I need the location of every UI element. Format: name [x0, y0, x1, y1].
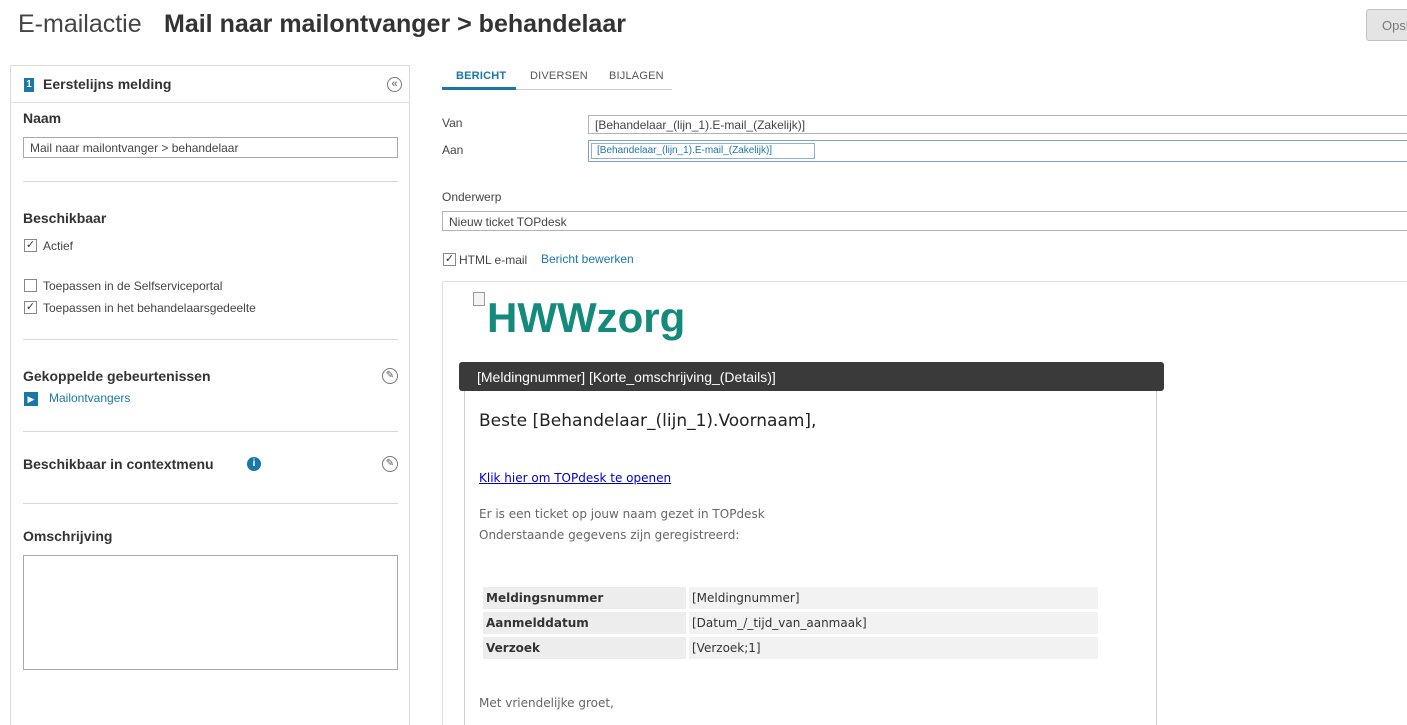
name-section-title: Naam	[23, 110, 62, 126]
panel-title: Eerstelijns melding	[43, 76, 172, 92]
logo-alt-text: HWWzorg	[487, 294, 686, 341]
table-value: [Verzoek;1]	[689, 637, 1098, 659]
broken-image-icon	[473, 292, 485, 306]
divider	[23, 503, 398, 504]
html-email-label: HTML e-mail	[459, 252, 528, 267]
mail-header: [Meldingnummer] [Korte_omschrijving_(Det…	[459, 362, 1164, 391]
tab-bericht[interactable]: BERICHT	[456, 70, 506, 82]
signoff: Met vriendelijke groet,	[479, 696, 614, 710]
active-tab-indicator	[442, 87, 516, 90]
operator-label: Toepassen in het behandelaarsgedeelte	[43, 300, 256, 315]
tab-diversen[interactable]: DIVERSEN	[530, 70, 588, 82]
checkbox-icon[interactable]	[24, 279, 37, 293]
divider	[23, 181, 398, 182]
info-table: Meldingsnummer [Meldingnummer] Aanmeldda…	[480, 584, 1101, 662]
body-line: Onderstaande gegevens zijn geregistreerd…	[479, 528, 740, 542]
play-icon[interactable]: ▶	[24, 392, 38, 406]
step-number-icon: 1	[24, 78, 34, 92]
mail-body: Beste [Behandelaar_(lijn_1).Voornaam], K…	[464, 391, 1157, 725]
mailontvangers-link[interactable]: Mailontvangers	[49, 391, 130, 405]
table-key: Meldingsnummer	[483, 587, 686, 609]
html-email-checkbox-row[interactable]: ✓ HTML e-mail	[443, 252, 527, 267]
info-icon[interactable]: i	[247, 457, 261, 471]
selfservice-label: Toepassen in de Selfserviceportal	[43, 278, 223, 293]
context-section-title: Beschikbaar in contextmenu	[23, 456, 214, 472]
selfservice-checkbox-row[interactable]: Toepassen in de Selfserviceportal	[24, 278, 222, 294]
table-row: Aanmelddatum [Datum_/_tijd_van_aanmaak]	[483, 612, 1098, 634]
table-row: Meldingsnummer [Meldingnummer]	[483, 587, 1098, 609]
description-section-title: Omschrijving	[23, 528, 113, 544]
tab-bar: BERICHT DIVERSEN BIJLAGEN	[442, 65, 672, 90]
to-field[interactable]: [Behandelaar_(lijn_1).E-mail_(Zakelijk)]	[588, 140, 1407, 162]
name-input[interactable]: Mail naar mailontvanger > behandelaar	[23, 137, 398, 158]
subject-label: Onderwerp	[442, 190, 502, 204]
to-label: Aan	[442, 143, 464, 157]
description-textarea[interactable]	[23, 555, 398, 670]
table-row: Verzoek [Verzoek;1]	[483, 637, 1098, 659]
events-section-title: Gekoppelde gebeurtenissen	[23, 368, 211, 384]
tab-bijlagen[interactable]: BIJLAGEN	[609, 70, 664, 82]
edit-icon[interactable]: ✎	[382, 456, 398, 472]
from-label: Van	[442, 116, 463, 130]
checkbox-icon[interactable]: ✓	[443, 253, 456, 267]
table-value: [Datum_/_tijd_van_aanmaak]	[689, 612, 1098, 634]
greeting: Beste [Behandelaar_(lijn_1).Voornaam],	[479, 411, 817, 431]
active-checkbox-row[interactable]: ✓ Actief	[24, 238, 73, 254]
subject-field[interactable]: Nieuw ticket TOPdesk	[442, 211, 1407, 231]
edit-icon[interactable]: ✎	[382, 368, 398, 384]
page-type: E-mailactie	[18, 10, 142, 38]
from-field[interactable]: [Behandelaar_(lijn_1).E-mail_(Zakelijk)]	[588, 115, 1407, 134]
active-label: Actief	[43, 238, 74, 253]
divider	[23, 339, 398, 340]
available-section-title: Beschikbaar	[23, 210, 107, 226]
open-topdesk-link[interactable]: Klik hier om TOPdesk te openen	[479, 471, 671, 485]
operator-checkbox-row[interactable]: ✓ Toepassen in het behandelaarsgedeelte	[24, 300, 256, 316]
body-line: Er is een ticket op jouw naam gezet in T…	[479, 507, 765, 521]
save-button[interactable]: Opslaan	[1366, 9, 1407, 41]
panel-header: 1 Eerstelijns melding «	[11, 66, 409, 103]
checkbox-icon[interactable]: ✓	[24, 301, 37, 315]
email-preview: HWWzorg [Meldingnummer] [Korte_omschrijv…	[442, 281, 1407, 725]
table-key: Verzoek	[483, 637, 686, 659]
collapse-icon[interactable]: «	[387, 77, 402, 92]
to-token[interactable]: [Behandelaar_(lijn_1).E-mail_(Zakelijk)]	[591, 143, 815, 159]
checkbox-icon[interactable]: ✓	[24, 239, 37, 253]
left-panel: 1 Eerstelijns melding « Naam Mail naar m…	[10, 65, 410, 725]
divider	[23, 431, 398, 432]
edit-message-link[interactable]: Bericht bewerken	[541, 252, 634, 266]
table-key: Aanmelddatum	[483, 612, 686, 634]
table-value: [Meldingnummer]	[689, 587, 1098, 609]
page-title: Mail naar mailontvanger > behandelaar	[164, 10, 626, 38]
